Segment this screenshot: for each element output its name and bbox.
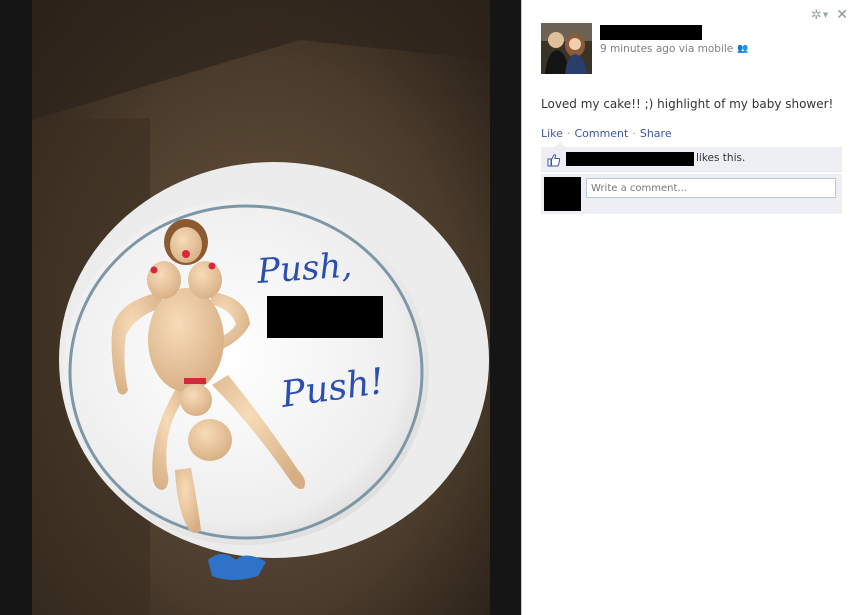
close-icon[interactable]: ✕ — [836, 7, 848, 23]
comment-link[interactable]: Comment — [574, 127, 628, 140]
options-menu-button[interactable]: ✲ ▼ — [811, 8, 828, 23]
viewer-avatar-redacted — [544, 177, 581, 211]
post-message: Loved my cake!! ;) highlight of my baby … — [541, 97, 834, 111]
like-link[interactable]: Like — [541, 127, 563, 140]
liker-name-redacted[interactable] — [566, 152, 694, 166]
share-link[interactable]: Share — [640, 127, 672, 140]
likes-suffix: likes this. — [696, 152, 746, 164]
post-sidebar: ✲ ▼ ✕ 9 minutes ago via mobile 👥 Loved m… — [521, 0, 860, 615]
author-avatar[interactable] — [541, 23, 592, 74]
post-meta: 9 minutes ago via mobile 👥 — [600, 43, 748, 55]
author-name-redacted[interactable] — [600, 25, 702, 40]
redaction-block — [267, 296, 383, 338]
action-separator: · — [566, 127, 571, 140]
comment-input[interactable] — [586, 178, 836, 198]
photo-pane[interactable]: Push, Push! — [0, 0, 521, 615]
comment-composer — [541, 174, 842, 214]
post-header: 9 minutes ago via mobile 👥 — [541, 23, 841, 75]
photo-viewer: Push, Push! ✲ ▼ ✕ 9 minutes ago via mobi… — [0, 0, 860, 615]
likes-row: likes this. — [541, 147, 842, 172]
cake-photo: Push, Push! — [0, 0, 521, 615]
post-timestamp[interactable]: 9 minutes ago via mobile — [600, 43, 733, 55]
cake-writing-line1: Push, — [255, 245, 353, 292]
thumbs-up-icon — [547, 152, 561, 167]
chevron-down-icon: ▼ — [822, 11, 829, 19]
post-actions: Like · Comment · Share — [541, 127, 672, 140]
friends-audience-icon[interactable]: 👥 — [737, 44, 748, 54]
gear-icon: ✲ — [810, 7, 822, 23]
top-controls: ✲ ▼ ✕ — [811, 7, 848, 23]
feedback-box: likes this. — [541, 142, 842, 214]
action-separator: · — [632, 127, 636, 140]
